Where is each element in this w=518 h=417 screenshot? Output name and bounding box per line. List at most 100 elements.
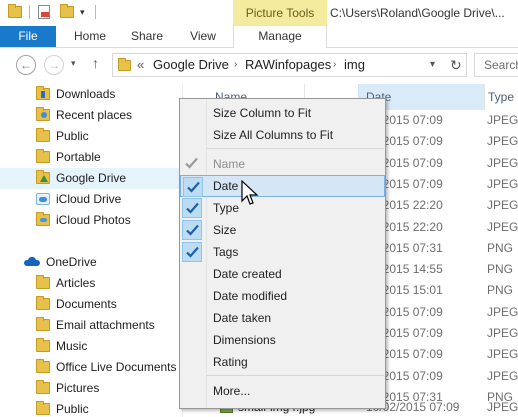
tab-view[interactable]: View (180, 26, 226, 47)
nav-item-onedrive[interactable]: OneDrive (0, 252, 182, 273)
breadcrumb-rawinfopages[interactable]: RAWinfopages (245, 54, 331, 76)
title-bar: ▾ Picture Tools C:\Users\Roland\Google D… (0, 0, 518, 26)
tab-manage[interactable]: Manage (233, 26, 327, 48)
menu-item-date-taken[interactable]: Date taken (180, 307, 385, 329)
nav-item-portable[interactable]: Portable (0, 147, 182, 168)
address-history-chevron-icon[interactable]: ▾ (430, 54, 435, 76)
menu-item-tags[interactable]: Tags (180, 241, 385, 263)
search-placeholder: Search (484, 58, 518, 72)
folder-icon (36, 317, 50, 331)
nav-item-recent-places[interactable]: Recent places (0, 105, 182, 126)
menu-item-label: Tags (213, 245, 239, 259)
new-folder-icon[interactable] (60, 4, 74, 18)
back-button[interactable]: ← (16, 55, 36, 75)
folder-icon (118, 58, 131, 71)
forward-button[interactable]: → (44, 55, 64, 75)
menu-item-size-all-columns-to-fit[interactable]: Size All Columns to Fit (180, 124, 385, 146)
file-type: JPEG (487, 326, 518, 340)
menu-separator (207, 375, 384, 376)
nav-label: iCloud Drive (56, 192, 122, 206)
file-type: JPEG (487, 198, 518, 213)
nav-label: Downloads (56, 87, 116, 101)
menu-item-label: Date created (213, 267, 282, 281)
nav-item-public-onedrive[interactable]: Public (0, 399, 182, 417)
checkmark-icon (182, 154, 202, 174)
menu-item-size[interactable]: Size (180, 219, 385, 241)
folder-icon (36, 149, 50, 163)
column-header-type[interactable]: Type (488, 84, 514, 110)
nav-item-office-live-documents[interactable]: Office Live Documents (0, 357, 182, 378)
nav-item-public[interactable]: Public (0, 126, 182, 147)
customize-toolbar-icon[interactable]: ▾ (80, 8, 88, 17)
file-type: JPEG (487, 176, 518, 191)
arrow-up-icon: ↑ (92, 55, 99, 71)
nav-label: Articles (56, 276, 96, 290)
nav-item-documents[interactable]: Documents (0, 294, 182, 315)
nav-label: Documents (56, 297, 117, 311)
nav-label: Recent places (56, 108, 133, 122)
menu-item-label: Type (213, 201, 240, 215)
file-type: JPEG (487, 219, 518, 234)
toolbar-separator (95, 5, 96, 19)
folder-icon (36, 128, 50, 142)
nav-item-downloads[interactable]: Downloads (0, 84, 182, 105)
address-bar[interactable]: « Google Drive › RAWinfopages › img ▾ ↻ (112, 53, 467, 77)
menu-item-size-column-to-fit[interactable]: Size Column to Fit (180, 102, 385, 124)
window-title: C:\Users\Roland\Google Drive\... (330, 6, 505, 20)
tab-file[interactable]: File (0, 26, 56, 47)
nav-label: Music (56, 339, 88, 353)
refresh-icon[interactable]: ↻ (450, 54, 462, 76)
menu-item-date-created[interactable]: Date created (180, 263, 385, 285)
menu-item-rating[interactable]: Rating (180, 351, 385, 373)
nav-item-email-attachments[interactable]: Email attachments (0, 315, 182, 336)
nav-label: Google Drive (56, 171, 127, 185)
menu-item-type[interactable]: Type (180, 197, 385, 219)
nav-item-music[interactable]: Music (0, 336, 182, 357)
arrow-right-icon: → (48, 58, 60, 72)
menu-item-label: Name (213, 157, 246, 171)
file-type: PNG (487, 240, 514, 255)
menu-item-name: Name (180, 153, 385, 175)
menu-item-date-modified[interactable]: Date modified (180, 285, 385, 307)
menu-item-more[interactable]: More... (180, 380, 385, 402)
nav-item-icloud-drive[interactable]: iCloud Drive (0, 189, 182, 210)
tab-share[interactable]: Share (122, 26, 172, 47)
folder-icon (36, 380, 50, 394)
menu-item-date[interactable]: Date (180, 175, 385, 197)
checkmark-icon (182, 198, 202, 218)
folder-icon (36, 401, 50, 415)
onedrive-cloud-icon (24, 257, 40, 266)
breadcrumb-chevron-icon[interactable]: › (333, 54, 336, 76)
menu-item-label: Date (213, 179, 239, 193)
properties-icon[interactable] (38, 5, 50, 19)
file-type: JPEG (487, 347, 518, 362)
nav-item-articles[interactable]: Articles (0, 273, 182, 294)
nav-item-pictures[interactable]: Pictures (0, 378, 182, 399)
folder-icon (36, 338, 50, 352)
tab-home[interactable]: Home (66, 26, 114, 47)
menu-item-label: Size Column to Fit (213, 106, 312, 120)
menu-item-label: Size (213, 223, 237, 237)
nav-item-icloud-photos[interactable]: iCloud Photos (0, 210, 182, 231)
recent-locations-button[interactable]: ▾ (71, 58, 76, 69)
mouse-cursor-icon (240, 179, 260, 211)
folder-icon (36, 275, 50, 289)
nav-label: Public (56, 129, 89, 143)
menu-item-dimensions[interactable]: Dimensions (180, 329, 385, 351)
breadcrumb-overflow[interactable]: « (137, 54, 144, 76)
file-type: JPEG (487, 113, 518, 127)
breadcrumb-google-drive[interactable]: Google Drive (153, 54, 229, 76)
up-button[interactable]: ↑ (92, 55, 99, 71)
search-input[interactable]: Search (474, 53, 518, 77)
folder-icon (36, 296, 50, 310)
arrow-left-icon: ← (20, 58, 32, 72)
picture-tools-context-label: Picture Tools (233, 0, 327, 26)
breadcrumb-chevron-icon[interactable]: › (234, 54, 237, 76)
menu-item-label: Dimensions (213, 333, 276, 347)
toolbar-separator (29, 5, 30, 19)
nav-item-google-drive[interactable]: Google Drive (0, 168, 182, 189)
column-divider[interactable] (484, 84, 485, 110)
breadcrumb-img[interactable]: img (344, 54, 365, 76)
nav-label: Email attachments (56, 318, 155, 332)
file-type: JPEG (487, 368, 518, 383)
